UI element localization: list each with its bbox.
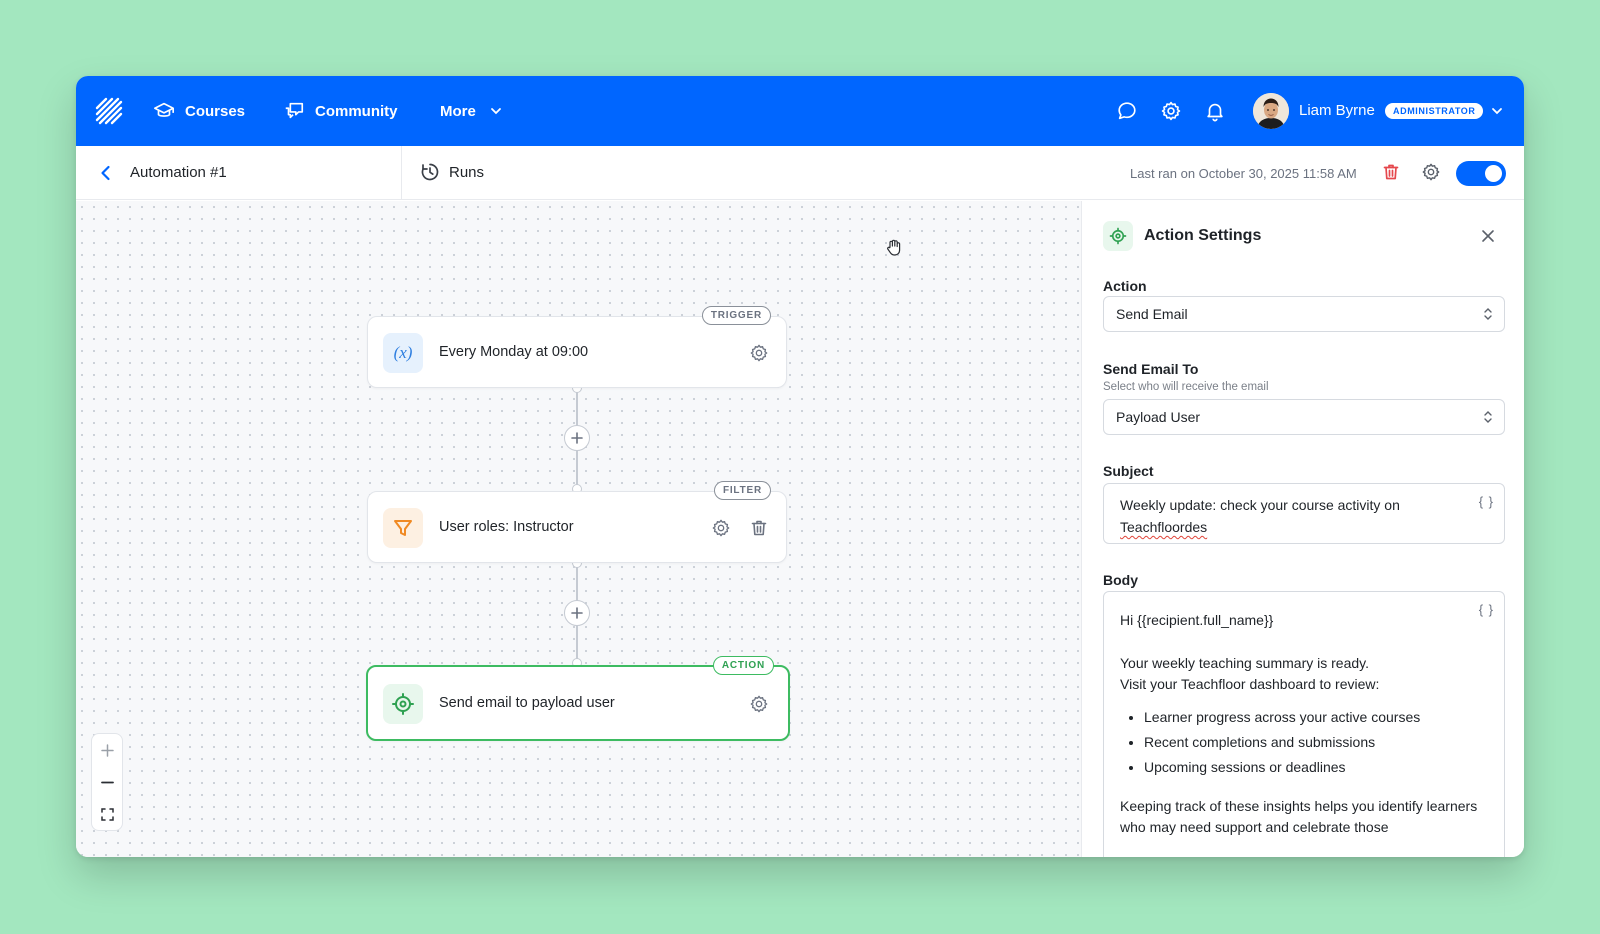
- nav-courses[interactable]: Courses: [153, 76, 245, 146]
- zoom-controls: [91, 733, 123, 831]
- target-icon: [392, 693, 414, 715]
- nav-community[interactable]: Community: [283, 76, 398, 146]
- subject-text-brand: Teachfloordes: [1120, 519, 1208, 535]
- chevron-down-icon: [490, 108, 501, 115]
- node-delete-trash-icon[interactable]: [749, 518, 769, 538]
- messages-icon[interactable]: [1116, 100, 1138, 122]
- minus-icon: [100, 781, 114, 783]
- automation-title: Automation #1: [130, 164, 227, 181]
- last-ran-text: Last ran on October 30, 2025 11:58 AM: [1130, 166, 1357, 181]
- node-icon-box: [383, 684, 423, 724]
- notifications-bell-icon[interactable]: [1204, 100, 1226, 122]
- nav-community-label: Community: [315, 102, 398, 120]
- history-clock-icon: [421, 163, 439, 181]
- workflow-canvas[interactable]: TRIGGER (x) Every Monday at 09:00 FILTER…: [76, 201, 1081, 857]
- top-navigation: Courses Community More Liam Byrne ADMINI…: [76, 76, 1524, 146]
- body-line: Your weekly teaching summary is ready.: [1120, 655, 1369, 671]
- subject-text: Weekly update: check your course activit…: [1120, 494, 1450, 538]
- subject-input[interactable]: Weekly update: check your course activit…: [1103, 483, 1505, 544]
- settings-gear-icon[interactable]: [1160, 100, 1182, 122]
- body-closing: Keeping track of these insights helps yo…: [1120, 798, 1478, 835]
- trigger-badge: TRIGGER: [701, 306, 771, 325]
- add-step-button[interactable]: [564, 425, 590, 451]
- nav-courses-label: Courses: [185, 102, 246, 120]
- action-select[interactable]: Send Email: [1103, 296, 1505, 332]
- logo-icon[interactable]: [94, 96, 124, 126]
- target-icon: [1109, 227, 1127, 245]
- close-icon[interactable]: [1480, 228, 1496, 244]
- action-node[interactable]: ACTION Send email to payload user: [366, 656, 790, 741]
- trigger-node[interactable]: TRIGGER (x) Every Monday at 09:00: [367, 306, 787, 388]
- delete-automation-trash-icon[interactable]: [1381, 162, 1401, 182]
- automation-settings-gear-icon[interactable]: [1421, 162, 1441, 182]
- fit-view-button[interactable]: [92, 798, 122, 830]
- send-to-help-text: Select who will receive the email: [1103, 381, 1269, 393]
- app-window: Courses Community More Liam Byrne ADMINI…: [76, 76, 1524, 857]
- subject-field-label: Subject: [1103, 463, 1154, 479]
- send-to-select-value: Payload User: [1116, 409, 1201, 425]
- plus-icon: [571, 432, 583, 444]
- node-icon-box: [383, 508, 423, 548]
- body-bullet-list: Learner progress across your active cour…: [1120, 705, 1480, 780]
- runs-label: Runs: [449, 163, 485, 181]
- body-bullet: Upcoming sessions or deadlines: [1144, 755, 1480, 780]
- insert-variable-braces[interactable]: { }: [1479, 494, 1494, 509]
- select-caret-icon: [1484, 411, 1492, 423]
- panel-title: Action Settings: [1144, 227, 1262, 244]
- select-caret-icon: [1484, 308, 1492, 320]
- user-menu-chevron-icon[interactable]: [1490, 104, 1504, 118]
- node-settings-gear-icon[interactable]: [749, 343, 769, 363]
- body-bullet: Learner progress across your active cour…: [1144, 705, 1480, 730]
- graduation-cap-icon: [154, 102, 174, 117]
- zoom-in-button[interactable]: [92, 734, 122, 766]
- action-select-value: Send Email: [1116, 306, 1188, 322]
- hand-cursor-icon: [887, 239, 901, 256]
- chat-bubbles-icon: [285, 102, 304, 119]
- node-settings-gear-icon[interactable]: [749, 694, 769, 714]
- user-avatar[interactable]: [1253, 93, 1289, 129]
- runs-button[interactable]: Runs: [420, 162, 484, 182]
- body-editor[interactable]: { } Hi {{recipient.full_name}} Your week…: [1103, 591, 1505, 857]
- user-portrait-icon: [1253, 93, 1289, 129]
- nav-more-dropdown[interactable]: More: [440, 76, 502, 146]
- plus-icon: [571, 607, 583, 619]
- action-field-label: Action: [1103, 278, 1147, 294]
- user-name[interactable]: Liam Byrne: [1299, 102, 1375, 119]
- variable-icon: (x): [394, 343, 413, 362]
- body-bullet: Recent completions and submissions: [1144, 730, 1480, 755]
- action-badge: ACTION: [712, 656, 774, 675]
- filter-label: User roles: Instructor: [439, 519, 574, 535]
- automation-header: Automation #1 Runs Last ran on October 3…: [76, 146, 1524, 200]
- body-field-label: Body: [1103, 572, 1138, 588]
- panel-icon-box: [1103, 221, 1133, 251]
- node-icon-box: (x): [383, 333, 423, 373]
- filter-node[interactable]: FILTER User roles: Instructor: [367, 481, 787, 563]
- filter-funnel-icon: [394, 520, 412, 536]
- back-arrow-icon[interactable]: [96, 163, 116, 183]
- fullscreen-icon: [100, 807, 114, 821]
- plus-icon: [100, 743, 114, 757]
- body-line: Visit your Teachfloor dashboard to revie…: [1120, 676, 1380, 692]
- header-divider: [401, 146, 402, 200]
- automation-enabled-toggle[interactable]: [1456, 161, 1506, 186]
- body-greeting: Hi {{recipient.full_name}}: [1120, 612, 1274, 628]
- trigger-label: Every Monday at 09:00: [439, 344, 589, 360]
- send-to-select[interactable]: Payload User: [1103, 399, 1505, 435]
- role-badge: ADMINISTRATOR: [1385, 103, 1484, 119]
- filter-badge: FILTER: [713, 481, 771, 500]
- send-to-field-label: Send Email To: [1103, 361, 1199, 377]
- node-settings-gear-icon[interactable]: [711, 518, 731, 538]
- zoom-out-button[interactable]: [92, 766, 122, 798]
- add-step-button[interactable]: [564, 600, 590, 626]
- action-settings-panel: Action Settings Action Send Email Send E…: [1081, 201, 1524, 857]
- subject-text-prefix: Weekly update: check your course activit…: [1120, 497, 1400, 513]
- action-label: Send email to payload user: [439, 695, 615, 711]
- svg-text:(x): (x): [394, 343, 413, 362]
- body-content: Hi {{recipient.full_name}} Your weekly t…: [1120, 610, 1480, 838]
- nav-more-label: More: [440, 102, 476, 120]
- insert-variable-braces[interactable]: { }: [1479, 602, 1494, 617]
